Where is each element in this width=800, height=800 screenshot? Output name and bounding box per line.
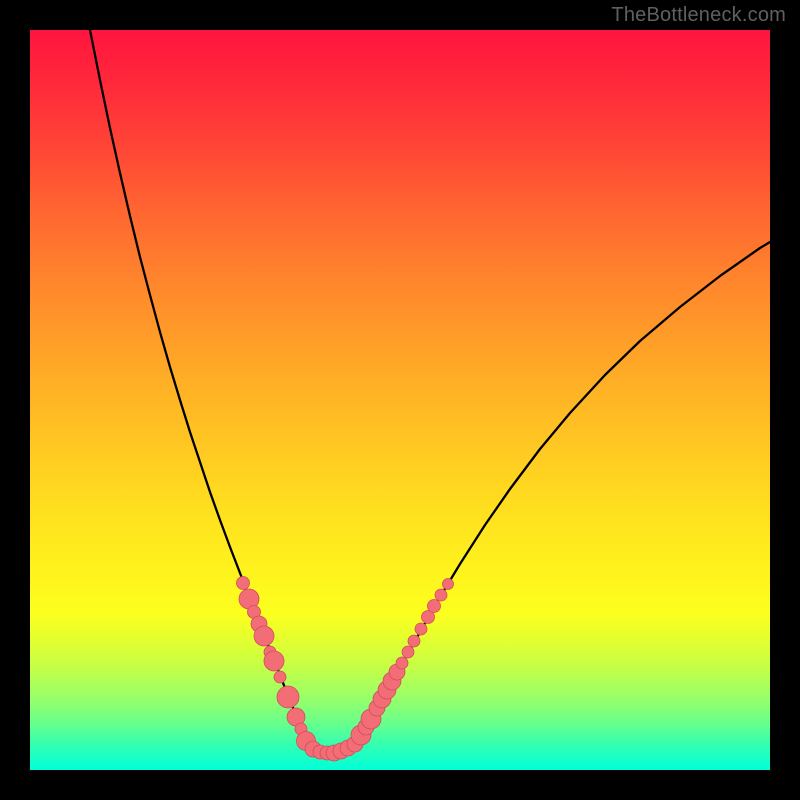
data-marker — [435, 589, 447, 601]
chart-frame: TheBottleneck.com — [0, 0, 800, 800]
bottleneck-curve — [90, 30, 770, 753]
data-marker — [254, 626, 274, 646]
data-marker — [408, 635, 420, 647]
data-marker — [428, 600, 441, 613]
data-marker — [396, 657, 408, 669]
plot-area — [30, 30, 770, 770]
data-marker — [264, 651, 284, 671]
chart-svg — [30, 30, 770, 770]
watermark-text: TheBottleneck.com — [611, 4, 786, 27]
data-marker — [415, 623, 427, 635]
data-marker — [443, 579, 454, 590]
data-marker — [237, 577, 250, 590]
data-marker — [274, 671, 286, 683]
data-marker — [277, 686, 299, 708]
data-marker — [402, 646, 414, 658]
